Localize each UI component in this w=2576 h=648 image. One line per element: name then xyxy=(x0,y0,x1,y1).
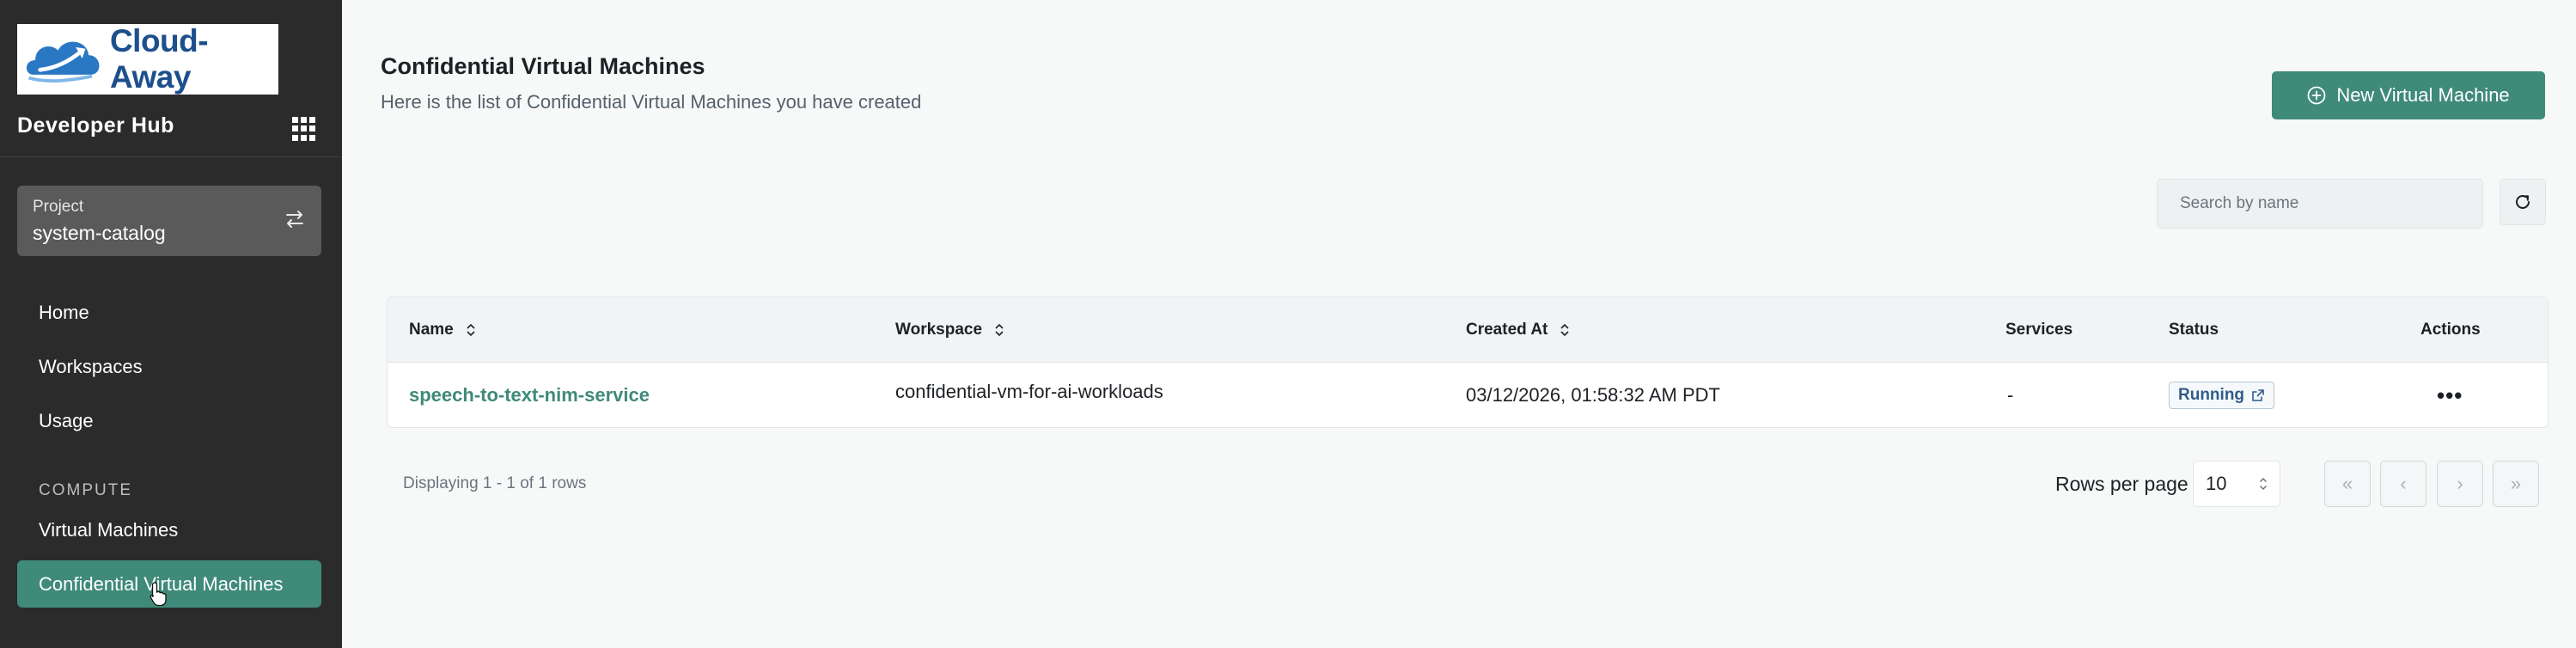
plus-circle-icon xyxy=(2307,86,2326,105)
project-switcher[interactable]: Project system-catalog xyxy=(17,186,321,256)
brand-logo[interactable]: Cloud-Away xyxy=(17,23,278,95)
column-header-actions: Actions xyxy=(2420,321,2481,339)
vm-workspace: confidential-vm-for-ai-workloads xyxy=(895,381,1163,402)
vm-table: Name Workspace Created At Services Statu… xyxy=(387,296,2549,428)
row-count-text: Displaying 1 - 1 of 1 rows xyxy=(403,474,587,492)
sidebar: Cloud-Away Developer Hub Project system-… xyxy=(0,0,342,648)
column-header-workspace[interactable]: Workspace xyxy=(895,297,1004,363)
sort-icon[interactable] xyxy=(994,322,1004,338)
status-label: Running xyxy=(2178,386,2245,404)
page-title: Confidential Virtual Machines xyxy=(381,53,705,79)
sidebar-divider xyxy=(0,156,342,157)
sort-icon[interactable] xyxy=(1560,322,1570,338)
sort-icon[interactable] xyxy=(466,322,476,338)
table-header: Name Workspace Created At Services Statu… xyxy=(388,297,2548,363)
column-label: Created At xyxy=(1466,321,1548,339)
external-link-icon xyxy=(2252,389,2264,401)
page-subtitle: Here is the list of Confidential Virtual… xyxy=(381,91,922,113)
project-value: system-catalog xyxy=(33,222,166,244)
brand-name: Cloud-Away xyxy=(109,23,209,95)
column-label: Workspace xyxy=(895,321,983,339)
refresh-button[interactable] xyxy=(2500,179,2546,225)
apps-grid-icon[interactable] xyxy=(292,117,316,141)
refresh-icon xyxy=(2516,194,2530,209)
swap-icon xyxy=(286,211,303,228)
section-heading-compute: COMPUTE xyxy=(39,481,132,499)
sidebar-item-home[interactable]: Home xyxy=(39,302,89,324)
new-virtual-machine-label: New Virtual Machine xyxy=(2336,84,2510,106)
row-actions-menu-icon[interactable]: ••• xyxy=(2437,382,2463,409)
search-input[interactable] xyxy=(2157,179,2483,229)
pointer-cursor-icon xyxy=(150,582,167,607)
rows-per-page-select[interactable]: 10 xyxy=(2193,461,2280,507)
rows-per-page-value: 10 xyxy=(2206,473,2227,494)
chevron-updown-icon xyxy=(2259,477,2268,491)
column-header-name[interactable]: Name xyxy=(409,297,476,363)
column-header-created-at[interactable]: Created At xyxy=(1466,297,1570,363)
column-header-status: Status xyxy=(2169,321,2219,339)
first-page-button[interactable]: « xyxy=(2324,461,2371,507)
next-page-button[interactable]: › xyxy=(2437,461,2483,507)
vm-name-link[interactable]: speech-to-text-nim-service xyxy=(409,363,650,427)
sidebar-item-workspaces[interactable]: Workspaces xyxy=(39,356,143,378)
hub-title: Developer Hub xyxy=(17,113,174,138)
column-header-services: Services xyxy=(2005,321,2073,339)
column-label: Name xyxy=(409,321,454,339)
new-virtual-machine-button[interactable]: New Virtual Machine xyxy=(2272,71,2545,119)
vm-services: - xyxy=(2007,384,2014,406)
previous-page-button[interactable]: ‹ xyxy=(2380,461,2426,507)
last-page-button[interactable]: » xyxy=(2493,461,2539,507)
cloud-logo-icon xyxy=(26,41,100,83)
sidebar-item-usage[interactable]: Usage xyxy=(39,410,94,432)
project-label: Project xyxy=(33,198,84,216)
rows-per-page-label: Rows per page xyxy=(2055,473,2188,495)
sidebar-item-virtual-machines[interactable]: Virtual Machines xyxy=(39,519,178,541)
vm-created-at: 03/12/2026, 01:58:32 AM PDT xyxy=(1466,384,1720,406)
status-badge[interactable]: Running xyxy=(2169,382,2275,409)
sidebar-item-confidential-virtual-machines[interactable]: Confidential Virtual Machines xyxy=(17,560,321,608)
